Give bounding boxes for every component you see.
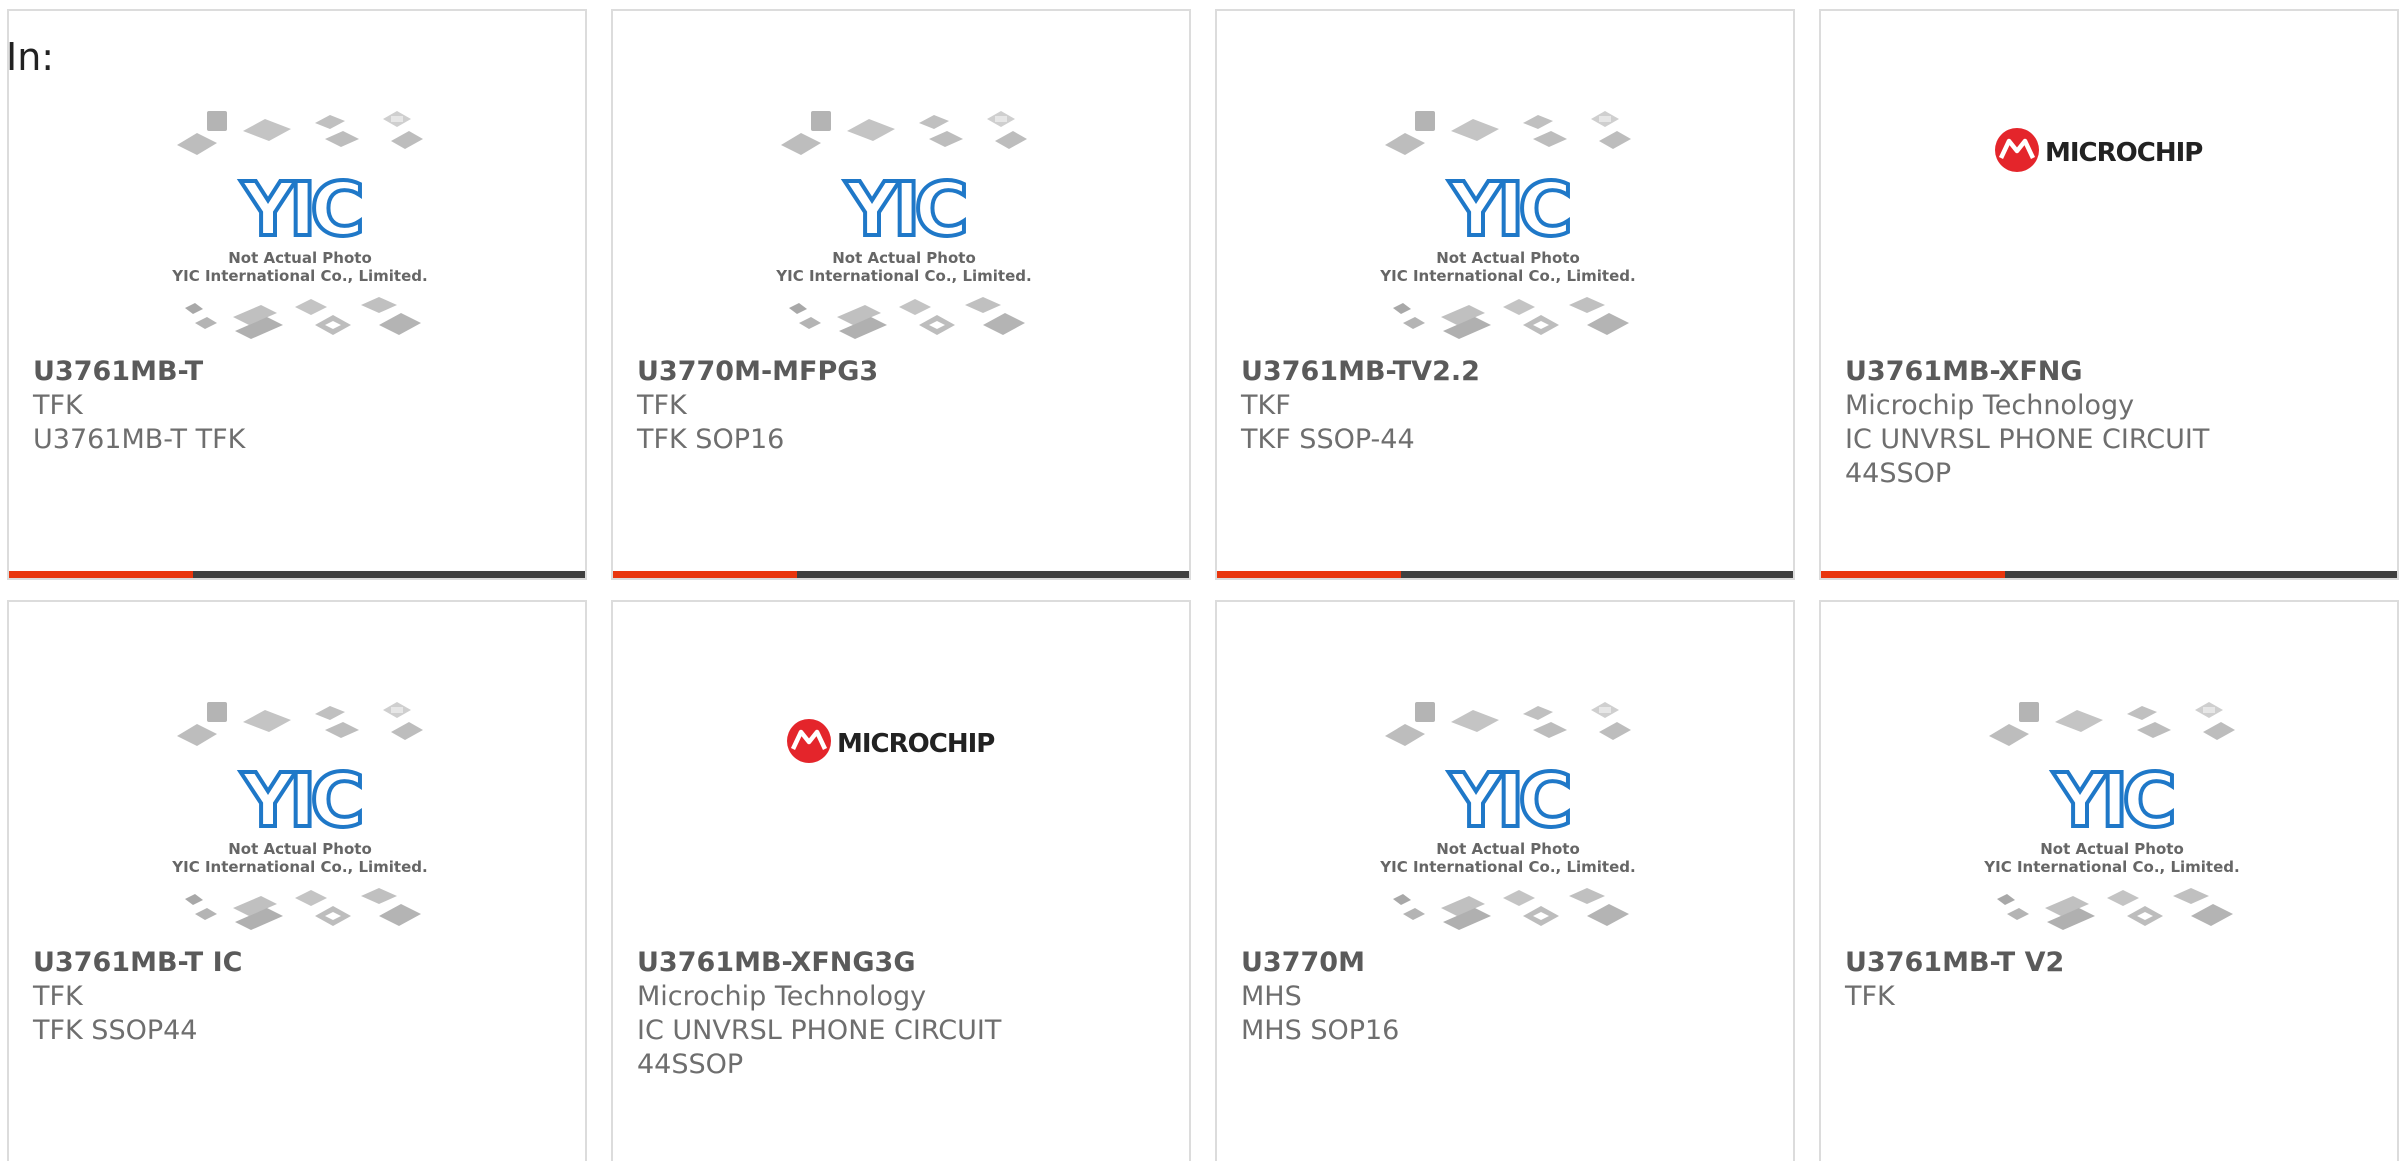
card-accent-bar [613,571,797,578]
manufacturer: TFK [1845,981,1895,1012]
description: IC UNVRSL PHONE CIRCUIT [637,1015,1002,1046]
product-image-placeholder[interactable] [165,694,435,934]
product-card[interactable]: U3761MB-T V2 TFK [1819,600,2399,1161]
manufacturer: TFK [33,981,83,1012]
manufacturer: TKF [1241,390,1291,421]
card-accent-bar [9,571,193,578]
card-bottom-bar [1217,571,1793,578]
description: TFK SOP16 [637,424,785,455]
product-card[interactable]: U3761MB-XFNG Microchip Technology IC UNV… [1819,9,2399,580]
part-number-link[interactable]: U3761MB-T V2 [1845,946,2377,980]
product-grid: U3761MB-T TFK U3761MB-T TFK U3770M-MFPG3… [7,9,2399,1161]
product-image-placeholder[interactable] [1373,103,1643,343]
manufacturer: Microchip Technology [1845,390,2135,421]
card-bottom-bar [613,571,1189,578]
product-image-placeholder[interactable] [769,103,1039,343]
description-cont: 44SSOP [1845,458,1952,489]
product-card[interactable]: U3761MB-T IC TFK TFK SSOP44 [7,600,587,1161]
part-number-link[interactable]: U3761MB-TV2.2 [1241,355,1773,389]
part-number-link[interactable]: U3761MB-XFNG3G [637,946,1169,980]
microchip-logo-image[interactable] [769,694,1039,934]
in-label: In: [6,35,55,79]
card-accent-bar [1821,571,2005,578]
card-accent-bar [1217,571,1401,578]
product-image-placeholder[interactable] [1977,694,2247,934]
description: TKF SSOP-44 [1241,424,1415,455]
part-number-link[interactable]: U3761MB-T IC [33,946,565,980]
product-card[interactable]: U3770M MHS MHS SOP16 [1215,600,1795,1161]
part-number-link[interactable]: U3761MB-T [33,355,565,389]
manufacturer: TFK [637,390,687,421]
card-bottom-bar [9,571,585,578]
description: U3761MB-T TFK [33,424,246,455]
manufacturer: TFK [33,390,83,421]
product-card[interactable]: U3761MB-XFNG3G Microchip Technology IC U… [611,600,1191,1161]
card-bottom-bar [1821,571,2397,578]
description: IC UNVRSL PHONE CIRCUIT [1845,424,2210,455]
product-card[interactable]: U3761MB-T TFK U3761MB-T TFK [7,9,587,580]
product-card[interactable]: U3761MB-TV2.2 TKF TKF SSOP-44 [1215,9,1795,580]
part-number-link[interactable]: U3770M-MFPG3 [637,355,1169,389]
description-cont: 44SSOP [637,1049,744,1080]
microchip-logo-image[interactable] [1977,103,2247,343]
product-card[interactable]: U3770M-MFPG3 TFK TFK SOP16 [611,9,1191,580]
manufacturer: Microchip Technology [637,981,927,1012]
product-image-placeholder[interactable] [1373,694,1643,934]
description: MHS SOP16 [1241,1015,1400,1046]
product-image-placeholder[interactable] [165,103,435,343]
manufacturer: MHS [1241,981,1302,1012]
page: U3761MB-T TFK U3761MB-T TFK U3770M-MFPG3… [0,0,2400,1161]
description: TFK SSOP44 [33,1015,198,1046]
part-number-link[interactable]: U3761MB-XFNG [1845,355,2377,389]
part-number-link[interactable]: U3770M [1241,946,1773,980]
